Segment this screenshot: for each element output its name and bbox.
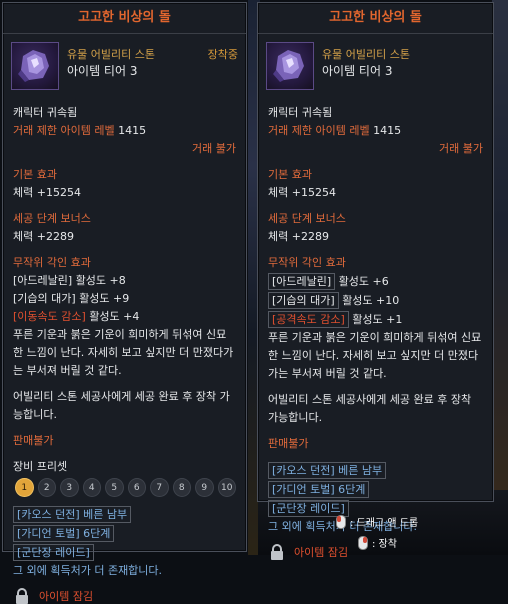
- source-list: [카오스 던전] 베른 남부 [가디언 토벌] 6단계 [군단장 레이드] 그 …: [13, 505, 236, 580]
- ability-stone-icon: [11, 42, 59, 90]
- bonus-label: 세공 단계 보너스: [268, 212, 346, 225]
- item-description: 푸른 기운과 붉은 기운이 희미하게 뒤섞여 신묘한 느낌이 난다. 자세히 보…: [13, 328, 234, 377]
- engrave-row: [아드레날린] 활성도 +6: [268, 272, 483, 291]
- basic-effect-value: 체력 +15254: [13, 186, 81, 199]
- item-description: 푸른 기운과 붉은 기운이 희미하게 뒤섞여 신묘한 느낌이 난다. 자세히 보…: [268, 331, 482, 380]
- source-item: [군단장 레이드]: [13, 544, 94, 561]
- source-item: [가디언 토벌] 6단계: [268, 481, 370, 498]
- preset-button-4[interactable]: 4: [82, 478, 101, 497]
- preset-button-1[interactable]: 1: [15, 478, 34, 497]
- trade-status: 거래 불가: [439, 142, 483, 155]
- source-item: [카오스 던전] 베른 남부: [13, 506, 132, 523]
- preset-button-2[interactable]: 2: [37, 478, 56, 497]
- preset-button-8[interactable]: 8: [172, 478, 191, 497]
- sell-status: 판매불가: [268, 437, 309, 450]
- trade-level: 거래 제한 아이템 레벨 1415: [13, 124, 147, 137]
- preset-button-6[interactable]: 6: [127, 478, 146, 497]
- item-tier: 아이템 티어 3: [322, 64, 393, 78]
- preset-list: 1 2 3 4 5 6 7 8 9 10: [3, 476, 246, 497]
- basic-effect-label: 기본 효과: [13, 168, 57, 181]
- bonus-value: 체력 +2289: [268, 230, 329, 243]
- basic-effect-label: 기본 효과: [268, 168, 312, 181]
- item-title: 고고한 비상의 돌: [3, 3, 246, 34]
- item-lock: 아이템 잠김: [3, 588, 246, 604]
- lock-icon: [16, 588, 28, 604]
- preset-button-10[interactable]: 10: [217, 478, 236, 497]
- sell-status: 판매불가: [13, 434, 54, 447]
- item-tier: 아이템 티어 3: [67, 64, 138, 78]
- engrave-row: [아드레날린] 활성도 +8: [13, 274, 126, 287]
- item-rarity: 유물 어빌리티 스톤: [67, 48, 155, 61]
- lock-icon: [271, 544, 283, 560]
- preset-label: 장비 프리셋: [13, 460, 68, 473]
- trade-level: 거래 제한 아이템 레벨 1415: [268, 124, 402, 137]
- source-item: [가디언 토벌] 6단계: [13, 525, 115, 542]
- engrave-row: [기습의 대가] 활성도 +10: [268, 291, 483, 310]
- engrave-label: 무작위 각인 효과: [13, 256, 91, 269]
- engrave-label: 무작위 각인 효과: [268, 256, 346, 269]
- background-scene-right: [492, 0, 508, 555]
- mouse-right-icon: [358, 535, 368, 550]
- item-title: 고고한 비상의 돌: [258, 3, 493, 34]
- item-tooltip-equipped: 고고한 비상의 돌 유물 어빌리티 스톤 아이템 티어 3 장착중 캐릭터 귀속…: [2, 2, 247, 604]
- bonus-value: 체력 +2289: [13, 230, 74, 243]
- item-header: 유물 어빌리티 스톤 아이템 티어 3 장착중: [11, 42, 238, 104]
- bonus-label: 세공 단계 보너스: [13, 212, 91, 225]
- item-rarity: 유물 어빌리티 스톤: [322, 48, 410, 61]
- item-header: 유물 어빌리티 스톤 아이템 티어 3: [266, 42, 485, 104]
- bound-status: 캐릭터 귀속됨: [13, 106, 78, 119]
- preset-button-3[interactable]: 3: [60, 478, 79, 497]
- preset-button-7[interactable]: 7: [150, 478, 169, 497]
- equipped-badge: 장착중: [207, 48, 238, 61]
- bound-status: 캐릭터 귀속됨: [268, 106, 333, 119]
- basic-effect-value: 체력 +15254: [268, 186, 336, 199]
- item-tooltip-compare: 고고한 비상의 돌 유물 어빌리티 스톤 아이템 티어 3 캐릭터 귀속됨 거래…: [257, 2, 494, 560]
- trade-status: 거래 불가: [192, 142, 236, 155]
- engrave-row: [기습의 대가] 활성도 +9: [13, 292, 130, 305]
- source-more: 그 외에 획득처가 더 존재합니다.: [13, 564, 163, 577]
- hint-drag: : 드래그 앤 드롭: [336, 514, 418, 529]
- preset-button-5[interactable]: 5: [105, 478, 124, 497]
- mouse-left-icon: [336, 514, 346, 529]
- craft-note: 어빌리티 스톤 세공사에게 세공 완료 후 장착 가능합니다.: [268, 393, 472, 424]
- craft-note: 어빌리티 스톤 세공사에게 세공 완료 후 장착 가능합니다.: [13, 390, 230, 421]
- ability-stone-icon: [266, 42, 314, 90]
- preset-button-9[interactable]: 9: [195, 478, 214, 497]
- source-item: [카오스 던전] 베른 남부: [268, 462, 387, 479]
- engrave-row: [공격속도 감소] 활성도 +1: [268, 310, 483, 329]
- engrave-row: [이동속도 감소] 활성도 +4: [13, 310, 140, 323]
- hint-equip: : 장착: [358, 535, 397, 550]
